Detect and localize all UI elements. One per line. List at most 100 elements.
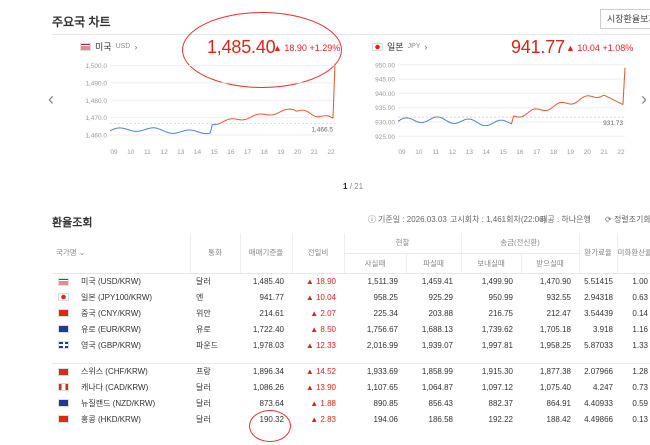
price-line-segment: [111, 128, 115, 131]
table-row[interactable]: 일본 (JPY100/KRW) 엔 941.77 ▲ 10.04 958.25 925.2…: [52, 289, 650, 305]
price-line-segment: [416, 120, 419, 123]
header-cash-sell: 파실때: [405, 253, 461, 274]
jp-flag-icon: [58, 293, 69, 302]
row-cash-sell: 203.88: [428, 308, 453, 318]
price-line-segment: [523, 113, 527, 117]
price-line-segment: [432, 116, 436, 119]
row-prev-change: ▲ 12.33: [305, 340, 336, 350]
table-row[interactable]: 캐나다 (CAD/KRW) 달러 1,086.26 ▲ 13.90 1,107.65 1,…: [52, 379, 650, 395]
x-tick-label: 17: [244, 149, 252, 156]
y-tick-label: 1,490.0: [85, 80, 107, 87]
card-usd-code: USD: [115, 43, 131, 50]
refresh-sort-button[interactable]: ⟳ 정렬조기화: [605, 214, 650, 225]
row-currency-name[interactable]: 미국 (USD/KRW): [81, 277, 141, 286]
row-unit: 달러: [196, 398, 211, 408]
price-line-segment: [408, 117, 411, 120]
price-line-segment: [279, 110, 283, 113]
row-currency-name[interactable]: 중국 (CNY/KRW): [81, 309, 141, 318]
price-line-segment: [583, 95, 586, 98]
table-row[interactable]: 중국 (CNY/KRW) 위안 214.61 ▲ 2.07 225.34 203.88 21…: [52, 305, 650, 321]
price-line-segment: [552, 105, 556, 108]
row-currency-name[interactable]: 스위스 (CHF/KRW): [81, 367, 148, 376]
table-row[interactable]: 홍콩 (HKD/KRW) 달러 190.32 ▲ 2.83 194.06 186.58 19…: [52, 411, 650, 427]
x-tick-label: 14: [194, 149, 202, 156]
price-line-segment: [252, 114, 256, 117]
price-line-segment: [273, 113, 276, 116]
price-line-segment: [183, 129, 186, 132]
price-line-segment: [463, 118, 467, 121]
x-tick-label: 16: [516, 149, 524, 156]
y-tick-label: 1,500.0: [85, 63, 107, 70]
row-unit: 유로: [196, 324, 211, 334]
info-icon: ⓘ: [368, 215, 376, 224]
row-base-rate: 1,485.40: [252, 276, 284, 286]
x-tick-label: 19: [277, 149, 285, 156]
jp-flag-icon: [372, 42, 383, 51]
x-tick-label: 22: [327, 149, 335, 156]
price-line-segment: [167, 131, 170, 134]
x-tick-label: 21: [601, 149, 609, 156]
header-remit: 송금(전신환): [460, 233, 579, 254]
price-line-segment: [598, 96, 601, 98]
row-receive: 212.47: [546, 308, 571, 318]
header-country[interactable]: 국가명 ⌄: [52, 233, 190, 274]
row-currency-name[interactable]: 홍콩 (HKD/KRW): [81, 415, 141, 424]
prev-arrow-icon[interactable]: ‹: [48, 89, 54, 110]
card-jpy-change: ▲ 10.04 +1.08%: [566, 43, 634, 53]
price-line-segment: [439, 116, 442, 119]
price-line-segment: [461, 119, 465, 122]
x-tick-label: 15: [211, 149, 219, 156]
row-prev-change: ▲ 2.83: [310, 414, 336, 424]
price-line-segment: [222, 120, 225, 123]
card-usd-header[interactable]: 미국 USD ›: [80, 40, 137, 53]
row-cash-buy: 1,107.65: [366, 382, 398, 392]
row-receive: 864.91: [546, 398, 571, 408]
row-prev-change: ▲ 2.07: [310, 308, 336, 318]
price-line-segment: [486, 124, 489, 127]
row-currency-name[interactable]: 영국 (GBP/KRW): [81, 341, 141, 350]
row-base-rate: 1,896.34: [252, 366, 284, 376]
table-row[interactable]: 미국 (USD/KRW) 달러 1,485.40 ▲ 18.90 1,511.39 1,4…: [52, 273, 650, 289]
price-line-segment: [604, 94, 607, 97]
price-line-segment: [146, 127, 150, 130]
price-line-segment: [565, 102, 568, 104]
price-line-segment: [216, 123, 219, 125]
row-currency-name[interactable]: 뉴질랜드 (NZD/KRW): [81, 399, 155, 408]
price-line-segment: [513, 115, 516, 118]
price-line-segment: [312, 114, 315, 117]
row-currency-name[interactable]: 캐나다 (CAD/KRW): [81, 383, 148, 392]
row-receive: 1,958.25: [539, 340, 571, 350]
x-tick-label: 15: [499, 149, 507, 156]
section-divider: [52, 34, 650, 35]
chevron-right-icon: ›: [424, 41, 428, 52]
row-base-rate: 873.64: [259, 398, 284, 408]
market-rates-button[interactable]: 시장환율보기: [600, 9, 650, 29]
row-send: 192.22: [488, 414, 513, 424]
row-receive: 1,470.90: [539, 276, 571, 286]
row-fee: 3.54439: [584, 308, 613, 318]
row-send: 216.75: [488, 308, 513, 318]
row-base-rate: 214.61: [259, 308, 284, 318]
price-line-segment: [128, 129, 131, 131]
row-currency-name[interactable]: 유로 (EUR/KRW): [81, 325, 141, 334]
price-line-segment: [199, 132, 203, 134]
row-currency-name[interactable]: 일본 (JPY100/KRW): [81, 293, 152, 302]
row-prev-change: ▲ 10.04: [305, 292, 336, 302]
table-row[interactable]: 유로 (EUR/KRW) 유로 1,722.40 ▲ 8.50 1,756.67 1,68…: [52, 321, 650, 337]
row-usd-conv: 0.59: [632, 398, 648, 408]
row-cash-buy: 2,016.99: [366, 340, 398, 350]
row-send: 1,097.12: [481, 382, 513, 392]
table-row[interactable]: 스위스 (CHF/KRW) 프랑 1,896.34 ▲ 14.52 1,933.69 1,…: [52, 363, 650, 379]
price-line-segment: [529, 109, 533, 112]
row-unit: 달러: [196, 414, 211, 424]
notice-round: 고시회차 : 1,461회차(22:06): [450, 215, 547, 224]
row-cash-sell: 1,064.87: [421, 382, 453, 392]
table-row[interactable]: 영국 (GBP/KRW) 파운드 1,978.03 ▲ 12.33 2,016.99 1,…: [52, 337, 650, 353]
next-arrow-icon[interactable]: ›: [641, 89, 647, 110]
price-line-segment: [480, 123, 483, 126]
y-tick-label: 1,460.0: [85, 133, 107, 140]
row-unit: 프랑: [196, 366, 211, 376]
card-jpy-header[interactable]: 일본 JPY ›: [372, 40, 427, 53]
row-send: 1,739.62: [481, 324, 513, 334]
table-row[interactable]: 뉴질랜드 (NZD/KRW) 달러 873.64 ▲ 1.88 890.85 856.43…: [52, 395, 650, 411]
